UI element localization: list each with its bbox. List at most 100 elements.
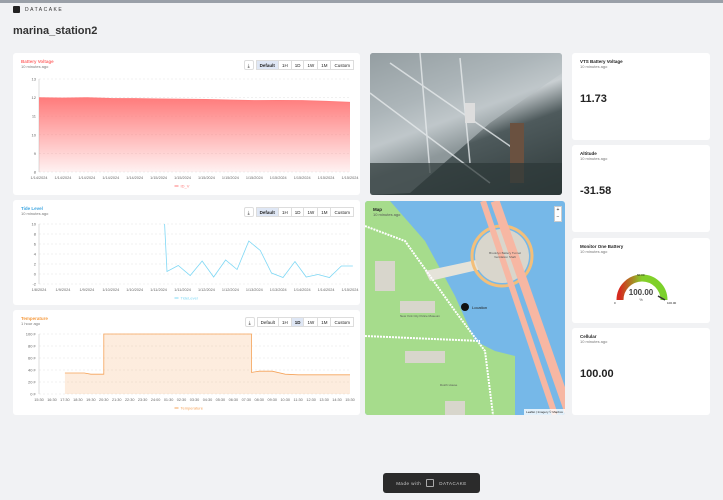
x-tick-label: 1/15/2024 [222,176,239,180]
widget-value: 100.00 [580,368,614,380]
brand-name: DATACAKE [25,6,64,13]
gauge-value: 100.00 [628,288,654,297]
x-tick-label: 20:30 [99,398,109,402]
temperature-chart-card: Temperature 1 hour ago ⤓ Default 1H 1D 1W 1M C… [13,310,360,415]
y-tick-label: 60 F [28,356,37,361]
y-tick-label: 9 [34,151,37,156]
tide-level-chart-card: Tide Level 10 minutes ago ⤓ Default 1H 1D 1W… [13,200,360,305]
top-bar [0,0,723,3]
monitor-one-battery-card: Monitor One Battery 10 minutes ago 100.0… [572,238,710,323]
datacake-logo-icon [426,479,435,487]
chart-svg: 0 F20 F40 F60 F80 F100 F15:30 16:30 17:30 1… [26,332,355,411]
x-tick-label: 07:30 [242,398,252,402]
widget-subtitle: 10 minutes ago [580,339,608,344]
made-with-label: Made with [396,480,422,486]
footer-brand: DATACAKE [439,480,467,486]
page-title: marina_station2 [13,25,98,37]
x-tick-label: 19:30 [86,398,96,402]
x-tick-label: 1/14/2024 [102,176,119,180]
x-tick-label: 08:30 [255,398,265,402]
legend-label: ID_V [181,184,190,189]
battery-gauge [616,274,668,301]
x-tick-label: 1/15/2024 [342,176,359,180]
brand-logo[interactable]: DATACAKE [13,6,63,13]
x-tick-label: 15:30 [34,398,44,402]
y-tick-label: 8 [34,232,37,237]
x-tick-label: 21:30 [112,398,122,402]
x-tick-label: 1/15/2024 [270,176,287,180]
zoom-out-button[interactable]: − [555,214,561,221]
x-tick-label: 10:30 [280,398,290,402]
photo-image [370,53,562,195]
x-tick-label: 02:30 [177,398,187,402]
x-tick-label: 01:30 [164,398,174,402]
y-tick-label: 0 [34,272,37,277]
x-tick-label: 1/11/2024 [174,288,191,292]
x-tick-label: 1/15/2024 [294,176,311,180]
x-tick-label: 05:30 [216,398,226,402]
x-tick-label: 16:30 [47,398,57,402]
x-tick-label: 1/9/2024 [56,288,71,292]
x-tick-label: 1/13/2024 [270,288,287,292]
zoom-controls: + − [554,206,562,222]
map-canvas[interactable] [365,201,565,415]
location-label: Location [472,305,488,310]
y-tick-label: 8 [34,170,37,175]
series-area [39,97,350,172]
y-tick-label: 13 [32,77,37,82]
series-line [164,223,353,278]
x-tick-label: 1/14/2024 [294,288,311,292]
made-with-badge[interactable]: Made with DATACAKE [383,473,480,493]
x-tick-label: 03:30 [190,398,200,402]
datacake-logo-icon [13,6,20,13]
x-tick-label: 09:30 [267,398,277,402]
x-tick-label: 17:30 [60,398,70,402]
legend-label: TideLevel [181,296,198,301]
x-tick-label: 24:00 [151,398,161,402]
y-tick-label: 40 F [28,368,37,373]
y-tick-label: 4 [34,252,37,257]
x-tick-label: 1/15/2024 [246,176,263,180]
y-tick-label: 0 F [30,392,36,397]
x-tick-label: 14:30 [332,398,342,402]
map-label: Dutch House [440,383,458,387]
gauge-mid: 50.00 [637,273,645,277]
gauge-min: 0 [614,301,616,305]
y-tick-label: 2 [34,262,37,267]
x-tick-label: 1/8/2024 [32,288,47,292]
x-tick-label: 1/12/2024 [198,288,215,292]
location-marker-icon [461,303,469,311]
series-area [64,334,350,394]
station-photo [370,53,562,195]
x-tick-label: 13:30 [319,398,329,402]
x-tick-label: 1/14/2024 [78,176,95,180]
gauge-max: 100.00 [667,301,677,305]
x-tick-label: 1/14/2024 [31,176,48,180]
y-tick-label: 100 F [26,332,37,337]
x-tick-label: 1/14/2024 [54,176,71,180]
gauge-unit: % [639,297,643,302]
y-tick-label: 11 [32,114,37,119]
map-label: Brooklyn Battery Tunnel Ventilation Shaf… [489,251,521,259]
y-tick-label: 6 [34,242,37,247]
map-card[interactable]: Map 10 minutes ago Location Brooklyn Bat… [365,201,565,415]
map-attribution[interactable]: Leaflet | Imagery © Mapbox [524,409,565,415]
x-tick-label: 1/13/2024 [246,288,263,292]
x-tick-label: 22:30 [125,398,135,402]
y-tick-label: -2 [32,282,36,287]
y-tick-label: 10 [32,222,37,227]
widget-subtitle: 10 minutes ago [580,64,608,69]
map-label: New York City Police Museum [400,314,441,318]
x-tick-label: 1/15/2024 [150,176,167,180]
battery-voltage-chart-card: Battery Voltage 10 minutes ago ⤓ Default 1… [13,53,360,195]
x-tick-label: 1/15/2024 [174,176,191,180]
widget-subtitle: 10 minutes ago [373,212,401,217]
x-tick-label: 1/9/2024 [79,288,94,292]
x-tick-label: 11:30 [294,398,303,402]
altitude-card: Altitude 10 minutes ago -31.58 [572,145,710,232]
widget-value: -31.58 [580,185,612,197]
zoom-in-button[interactable]: + [555,207,561,214]
x-tick-label: 1/15/2024 [318,176,335,180]
x-tick-label: 06:30 [229,398,239,402]
y-tick-label: 12 [32,95,37,100]
